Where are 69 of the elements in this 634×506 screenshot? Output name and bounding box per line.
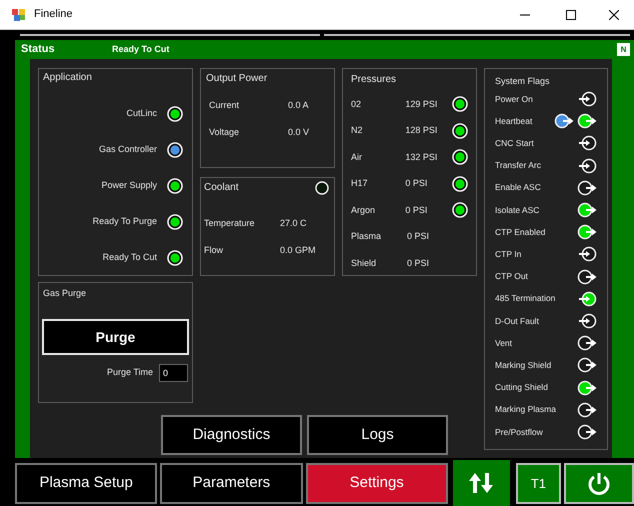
flag-label: CTP Out: [495, 270, 528, 283]
flag-label: Isolate ASC: [495, 204, 540, 216]
reading-value: 27.0 C: [280, 217, 307, 230]
power-button[interactable]: [564, 463, 634, 504]
nav-tab[interactable]: Parameters: [160, 463, 303, 504]
reading-value: 0.0 GPM: [280, 244, 316, 256]
panel-title: System Flags: [495, 75, 551, 87]
input-field[interactable]: 0: [159, 364, 188, 382]
flag-label: Marking Plasma: [495, 403, 556, 416]
gas-label: Plasma: [351, 230, 382, 243]
pressure-value: 129 PSI: [405, 98, 438, 110]
swap-arrows-icon: [468, 471, 494, 495]
flag-label: Vent: [495, 336, 512, 350]
flag-label: 485 Termination: [495, 292, 556, 306]
gas-label: Air: [351, 150, 363, 164]
gas-label: Argon: [351, 204, 376, 217]
flag-label: Power On: [495, 92, 533, 106]
panel-title: Output Power: [206, 73, 268, 85]
flag-label: CTP Enabled: [495, 226, 546, 239]
pressure-value: 132 PSI: [405, 150, 438, 164]
gas-label: 02: [351, 98, 362, 110]
nav-tab[interactable]: Plasma Setup: [15, 463, 158, 504]
gas-label: N2: [351, 124, 364, 137]
status-label: Ready To Cut: [102, 251, 157, 264]
pressure-value: 128 PSI: [405, 124, 438, 137]
purge-button[interactable]: Purge: [42, 319, 189, 355]
flag-label: Marking Shield: [495, 358, 552, 372]
panel-title: Pressures: [351, 73, 398, 87]
close-icon: [609, 10, 619, 20]
reading-value: 0.0 V: [288, 126, 310, 138]
status-label: Power Supply: [101, 179, 157, 192]
window-title: Fineline: [34, 7, 73, 22]
status-title: Status: [21, 42, 56, 58]
flag-label: Pre/Postflow: [495, 426, 543, 438]
maximize-icon: [566, 10, 576, 20]
flag-label: Enable ASC: [495, 181, 541, 194]
reading-label: Temperature: [204, 217, 256, 230]
reading-value: 0.0 A: [288, 99, 309, 112]
pressure-value: 0 PSI: [405, 204, 428, 216]
pressure-value: 0 PSI: [405, 177, 428, 190]
n-badge: N: [617, 43, 630, 56]
panel-button[interactable]: Logs: [307, 415, 448, 455]
transfer-button[interactable]: [452, 460, 510, 506]
flag-label: Transfer Arc: [495, 159, 541, 172]
panel-title: Gas Purge: [42, 287, 88, 299]
flag-label: Heartbeat: [495, 114, 532, 128]
flag-label: Cutting Shield: [495, 381, 548, 394]
reading-label: Voltage: [208, 126, 240, 139]
app-icon: [12, 8, 26, 20]
panel-button[interactable]: Diagnostics: [161, 415, 302, 455]
tool-button[interactable]: T1: [516, 463, 562, 504]
flag-label: D-Out Fault: [495, 314, 539, 328]
pressure-value: 0 PSI: [407, 230, 430, 243]
power-icon: [586, 470, 612, 496]
reading-label: Current: [208, 99, 240, 112]
status-label: Gas Controller: [98, 143, 157, 156]
flag-label: CTP In: [495, 248, 522, 261]
nav-tab[interactable]: Settings: [306, 463, 448, 504]
panel-title: Coolant: [204, 181, 238, 195]
machine-status: Ready To Cut: [112, 42, 170, 56]
pressure-value: 0 PSI: [407, 256, 430, 270]
gas-label: H17: [351, 177, 369, 190]
status-label: CutLinc: [126, 107, 157, 120]
field-label: Purge Time: [106, 366, 153, 380]
gas-label: Shield: [351, 256, 378, 270]
reading-label: Flow: [204, 244, 224, 256]
flag-label: CNC Start: [495, 137, 534, 150]
panel-title: Application: [43, 71, 93, 85]
status-label: Ready To Purge: [92, 215, 157, 228]
